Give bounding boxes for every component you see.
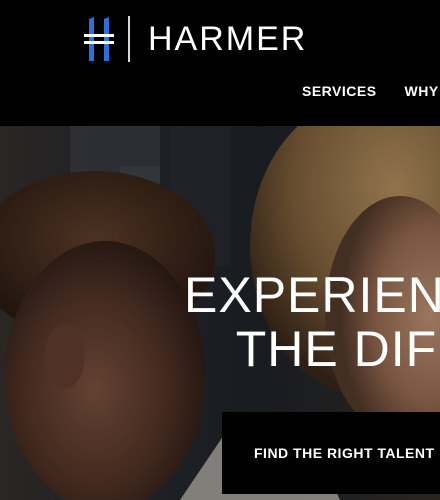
find-talent-button[interactable]: FIND THE RIGHT TALENT xyxy=(222,412,440,494)
harmer-h-logo-icon xyxy=(83,16,115,62)
hero-section: EXPERIEN THE DIF FIND THE RIGHT TALENT xyxy=(0,126,440,500)
site-header: HARMER SERVICES WHY I xyxy=(0,0,440,126)
main-nav: SERVICES WHY I xyxy=(302,83,440,99)
nav-item-why[interactable]: WHY I xyxy=(405,83,440,99)
hero-headline-line2: THE DIF xyxy=(235,320,438,377)
logo[interactable]: HARMER xyxy=(83,16,307,62)
brand-name: HARMER xyxy=(148,20,308,58)
page: HARMER SERVICES WHY I xyxy=(0,0,440,500)
nav-item-services[interactable]: SERVICES xyxy=(302,83,377,99)
logo-divider xyxy=(128,16,130,62)
hero-headline-line1: EXPERIEN xyxy=(184,266,440,323)
hero-headline: EXPERIEN THE DIF xyxy=(184,270,440,374)
